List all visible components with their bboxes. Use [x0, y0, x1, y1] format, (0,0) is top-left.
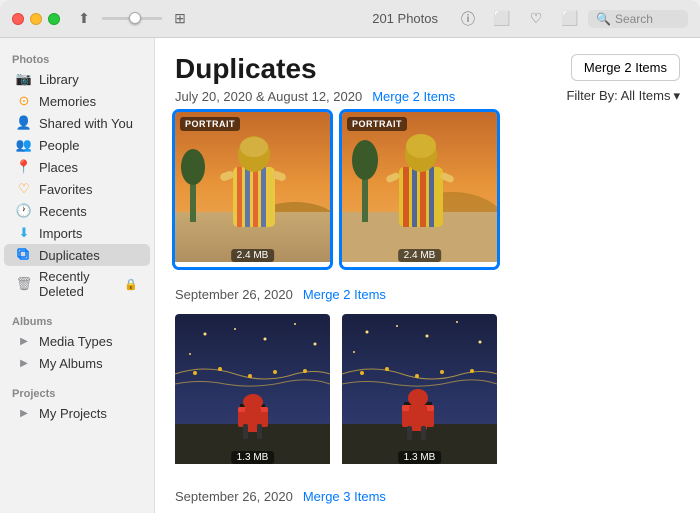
- upload-icon[interactable]: ⬜: [490, 7, 514, 31]
- albums-section-label: Albums: [0, 308, 154, 330]
- group2-photos: 1.3 MB: [175, 314, 680, 469]
- filter-button[interactable]: Filter By: All Items ▾: [566, 88, 680, 104]
- recently-deleted-icon: 🗑: [16, 276, 32, 292]
- sidebar-item-label: Library: [39, 72, 79, 87]
- sidebar-item-label: My Albums: [39, 356, 103, 371]
- trash-icon[interactable]: ⬜: [558, 7, 582, 31]
- projects-section-label: Projects: [0, 380, 154, 402]
- group2-header: September 26, 2020 Merge 2 Items: [175, 287, 680, 302]
- zoom-in-icon[interactable]: ⊞: [168, 7, 192, 31]
- shared-icon: 👤: [16, 115, 32, 131]
- group3-merge-link[interactable]: Merge 3 Items: [303, 489, 386, 504]
- close-button[interactable]: [12, 13, 24, 25]
- photo-badge: PORTRAIT: [180, 117, 240, 131]
- my-projects-chevron: ▶: [16, 405, 32, 421]
- sidebar-item-label: Places: [39, 160, 78, 175]
- sidebar-item-label: Recents: [39, 204, 87, 219]
- toolbar-actions: ⓘ ⬜ ♡ ⬜: [456, 7, 582, 31]
- sidebar-item-label: Imports: [39, 226, 82, 241]
- sidebar: Photos 📷 Library ⊙ Memories 👤 Shared wit…: [0, 38, 155, 513]
- memories-icon: ⊙: [16, 93, 32, 109]
- group1-photos: PORTRAIT 2.4 MB: [175, 112, 680, 267]
- group1-merge-link[interactable]: Merge 2 Items: [372, 89, 455, 104]
- sidebar-item-label: Duplicates: [39, 248, 100, 263]
- page-title: Duplicates: [175, 54, 317, 85]
- sidebar-item-library[interactable]: 📷 Library: [4, 68, 150, 90]
- traffic-lights: [12, 13, 60, 25]
- group2-merge-link[interactable]: Merge 2 Items: [303, 287, 386, 302]
- sidebar-item-imports[interactable]: ⬇ Imports: [4, 222, 150, 244]
- sidebar-item-recently-deleted[interactable]: 🗑 Recently Deleted 🔒: [4, 266, 150, 302]
- toolbar: ⬆ ⊞ 201 Photos ⓘ ⬜ ♡ ⬜ 🔍 Search: [72, 7, 688, 31]
- info-icon[interactable]: ⓘ: [456, 7, 480, 31]
- photo-group-1: July 20, 2020 & August 12, 2020 Merge 2 …: [175, 89, 680, 267]
- sidebar-item-label: Favorites: [39, 182, 92, 197]
- photos-section-label: Photos: [0, 46, 154, 68]
- sidebar-item-people[interactable]: 👥 People: [4, 134, 150, 156]
- photo-group-3: September 26, 2020 Merge 3 Items: [175, 489, 680, 504]
- photo-group-2: September 26, 2020 Merge 2 Items: [175, 287, 680, 469]
- photo-count: 201 Photos: [372, 11, 438, 26]
- titlebar: ⬆ ⊞ 201 Photos ⓘ ⬜ ♡ ⬜ 🔍 Search: [0, 0, 700, 38]
- photo-card[interactable]: PORTRAIT 2.4 MB: [175, 112, 330, 267]
- filter-label: Filter By: All Items: [566, 88, 670, 103]
- sidebar-item-label: Memories: [39, 94, 96, 109]
- sidebar-item-label: Media Types: [39, 334, 112, 349]
- photo-size: 1.3 MB: [398, 451, 442, 464]
- portrait-photo-1: [175, 112, 330, 262]
- sidebar-item-label: People: [39, 138, 79, 153]
- portrait-photo-2: [342, 112, 497, 262]
- media-types-chevron: ▶: [16, 333, 32, 349]
- imports-icon: ⬇: [16, 225, 32, 241]
- photo-size: 2.4 MB: [398, 249, 442, 262]
- night-photo-2: [342, 314, 497, 464]
- sidebar-item-my-albums[interactable]: ▶ My Albums: [4, 352, 150, 374]
- photo-size: 2.4 MB: [231, 249, 275, 262]
- sidebar-item-favorites[interactable]: ♡ Favorites: [4, 178, 150, 200]
- search-placeholder: Search: [615, 12, 653, 26]
- people-icon: 👥: [16, 137, 32, 153]
- library-icon: 📷: [16, 71, 32, 87]
- search-box[interactable]: 🔍 Search: [588, 10, 688, 28]
- merge-all-button[interactable]: Merge 2 Items: [571, 54, 680, 81]
- sidebar-item-label: Shared with You: [39, 116, 133, 131]
- search-icon: 🔍: [596, 12, 611, 26]
- favorites-icon: ♡: [16, 181, 32, 197]
- zoom-slider[interactable]: [102, 17, 162, 20]
- share-icon[interactable]: ⬆: [72, 7, 96, 31]
- sidebar-item-label: Recently Deleted: [39, 269, 117, 299]
- group2-date: September 26, 2020: [175, 287, 293, 302]
- main-layout: Photos 📷 Library ⊙ Memories 👤 Shared wit…: [0, 38, 700, 513]
- minimize-button[interactable]: [30, 13, 42, 25]
- fullscreen-button[interactable]: [48, 13, 60, 25]
- my-albums-chevron: ▶: [16, 355, 32, 371]
- sidebar-item-my-projects[interactable]: ▶ My Projects: [4, 402, 150, 424]
- heart-icon[interactable]: ♡: [524, 7, 548, 31]
- chevron-down-icon: ▾: [673, 88, 680, 104]
- sidebar-item-media-types[interactable]: ▶ Media Types: [4, 330, 150, 352]
- sidebar-item-label: My Projects: [39, 406, 107, 421]
- sidebar-item-memories[interactable]: ⊙ Memories: [4, 90, 150, 112]
- content-header: Duplicates Merge 2 Items: [175, 54, 680, 85]
- photo-card[interactable]: 1.3 MB: [342, 314, 497, 469]
- group3-date: September 26, 2020: [175, 489, 293, 504]
- group1-date: July 20, 2020 & August 12, 2020: [175, 89, 362, 104]
- photo-badge: PORTRAIT: [347, 117, 407, 131]
- recents-icon: 🕐: [16, 203, 32, 219]
- content-area: Duplicates Merge 2 Items July 20, 2020 &…: [155, 38, 700, 513]
- photo-size: 1.3 MB: [231, 451, 275, 464]
- group3-header: September 26, 2020 Merge 3 Items: [175, 489, 680, 504]
- lock-icon: 🔒: [124, 278, 138, 291]
- places-icon: 📍: [16, 159, 32, 175]
- photo-card[interactable]: PORTRAIT 2.4 MB: [342, 112, 497, 267]
- photo-card[interactable]: 1.3 MB: [175, 314, 330, 469]
- sidebar-item-duplicates[interactable]: Duplicates: [4, 244, 150, 266]
- sidebar-item-places[interactable]: 📍 Places: [4, 156, 150, 178]
- night-photo-1: [175, 314, 330, 464]
- sidebar-item-shared[interactable]: 👤 Shared with You: [4, 112, 150, 134]
- duplicates-icon: [16, 247, 32, 263]
- sidebar-item-recents[interactable]: 🕐 Recents: [4, 200, 150, 222]
